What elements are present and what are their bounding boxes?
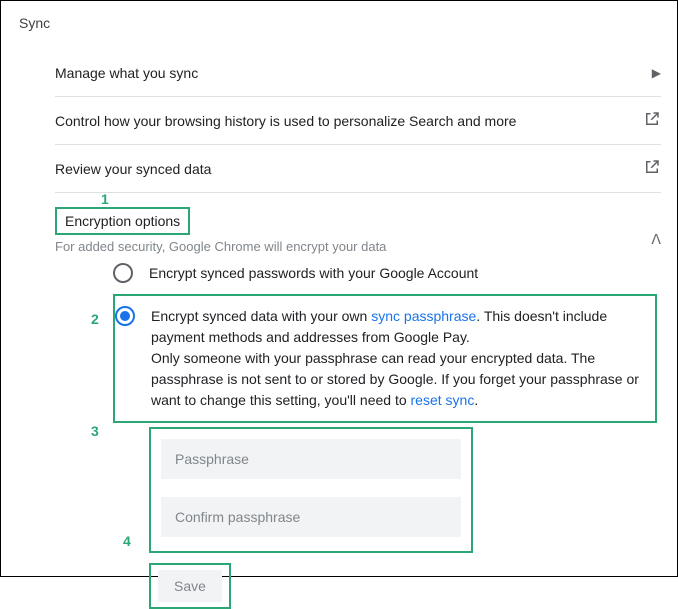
reset-sync-link[interactable]: reset sync	[411, 392, 475, 408]
encrypt-with-passphrase-option[interactable]: Encrypt synced data with your own sync p…	[113, 294, 657, 423]
option-label: Encrypt synced passwords with your Googl…	[149, 263, 661, 284]
chevron-up-icon: ᐱ	[651, 231, 661, 248]
passphrase-fields-group: Passphrase Confirm passphrase	[149, 427, 473, 553]
external-link-icon	[643, 158, 661, 179]
annotation-2: 2	[91, 311, 99, 327]
row-label: Manage what you sync	[55, 65, 198, 81]
annotation-1: 1	[101, 191, 109, 207]
encryption-options-title: Encryption options	[55, 207, 190, 235]
row-review-synced-data[interactable]: Review your synced data	[55, 145, 661, 193]
page-title: Sync	[19, 15, 661, 31]
row-label: Review your synced data	[55, 161, 211, 177]
row-personalize-search[interactable]: Control how your browsing history is use…	[55, 97, 661, 145]
radio-checked-icon[interactable]	[115, 306, 135, 326]
encryption-options-header[interactable]: Encryption options For added security, G…	[55, 193, 661, 253]
external-link-icon	[643, 110, 661, 131]
annotation-3: 3	[91, 423, 99, 439]
radio-unchecked-icon[interactable]	[113, 263, 133, 283]
encryption-options-subtitle: For added security, Google Chrome will e…	[55, 239, 386, 254]
save-button-highlight: Save	[149, 563, 231, 609]
chevron-right-icon: ▶	[652, 66, 661, 80]
save-button[interactable]: Save	[158, 570, 222, 602]
sync-passphrase-link[interactable]: sync passphrase	[371, 308, 476, 324]
option-label: Encrypt synced data with your own sync p…	[151, 306, 655, 411]
passphrase-input[interactable]: Passphrase	[161, 439, 461, 479]
row-manage-sync[interactable]: Manage what you sync ▶	[55, 49, 661, 97]
row-label: Control how your browsing history is use…	[55, 113, 516, 129]
confirm-passphrase-input[interactable]: Confirm passphrase	[161, 497, 461, 537]
annotation-4: 4	[123, 533, 131, 549]
encrypt-with-google-account-option[interactable]: Encrypt synced passwords with your Googl…	[113, 253, 661, 294]
